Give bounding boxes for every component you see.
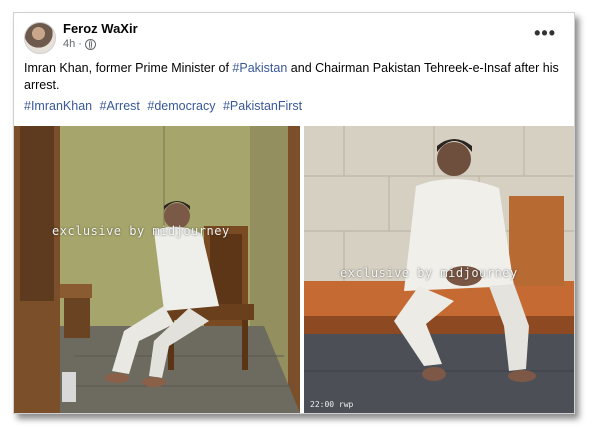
facebook-post: Feroz WaXir 4h · ••• Imran Khan, former …: [13, 12, 575, 414]
hashtag-list: #ImranKhan #Arrest #democracy #PakistanF…: [24, 99, 306, 113]
author-name[interactable]: Feroz WaXir: [63, 21, 138, 36]
globe-icon: [84, 38, 96, 50]
post-photo-left[interactable]: exclusive by midjourney: [14, 126, 300, 413]
photo-scene-left: [14, 126, 300, 413]
hashtag-link[interactable]: #ImranKhan: [24, 99, 92, 113]
hashtag-link[interactable]: #democracy: [147, 99, 215, 113]
post-meta: 4h ·: [63, 38, 96, 50]
photo-watermark: exclusive by midjourney: [340, 266, 518, 280]
photo-timestamp: 22:00 rwp: [310, 400, 354, 409]
post-photo-right[interactable]: exclusive by midjourney 22:00 rwp: [304, 126, 574, 413]
photo-watermark: exclusive by midjourney: [52, 224, 230, 238]
post-time[interactable]: 4h: [63, 38, 75, 50]
avatar[interactable]: [24, 22, 56, 54]
hashtag-link[interactable]: #PakistanFirst: [223, 99, 302, 113]
hashtag-link[interactable]: #Arrest: [100, 99, 140, 113]
hashtag-link[interactable]: #Pakistan: [232, 61, 287, 75]
more-options-icon[interactable]: •••: [534, 23, 556, 44]
post-text: Imran Khan, former Prime Minister of #Pa…: [24, 61, 559, 92]
